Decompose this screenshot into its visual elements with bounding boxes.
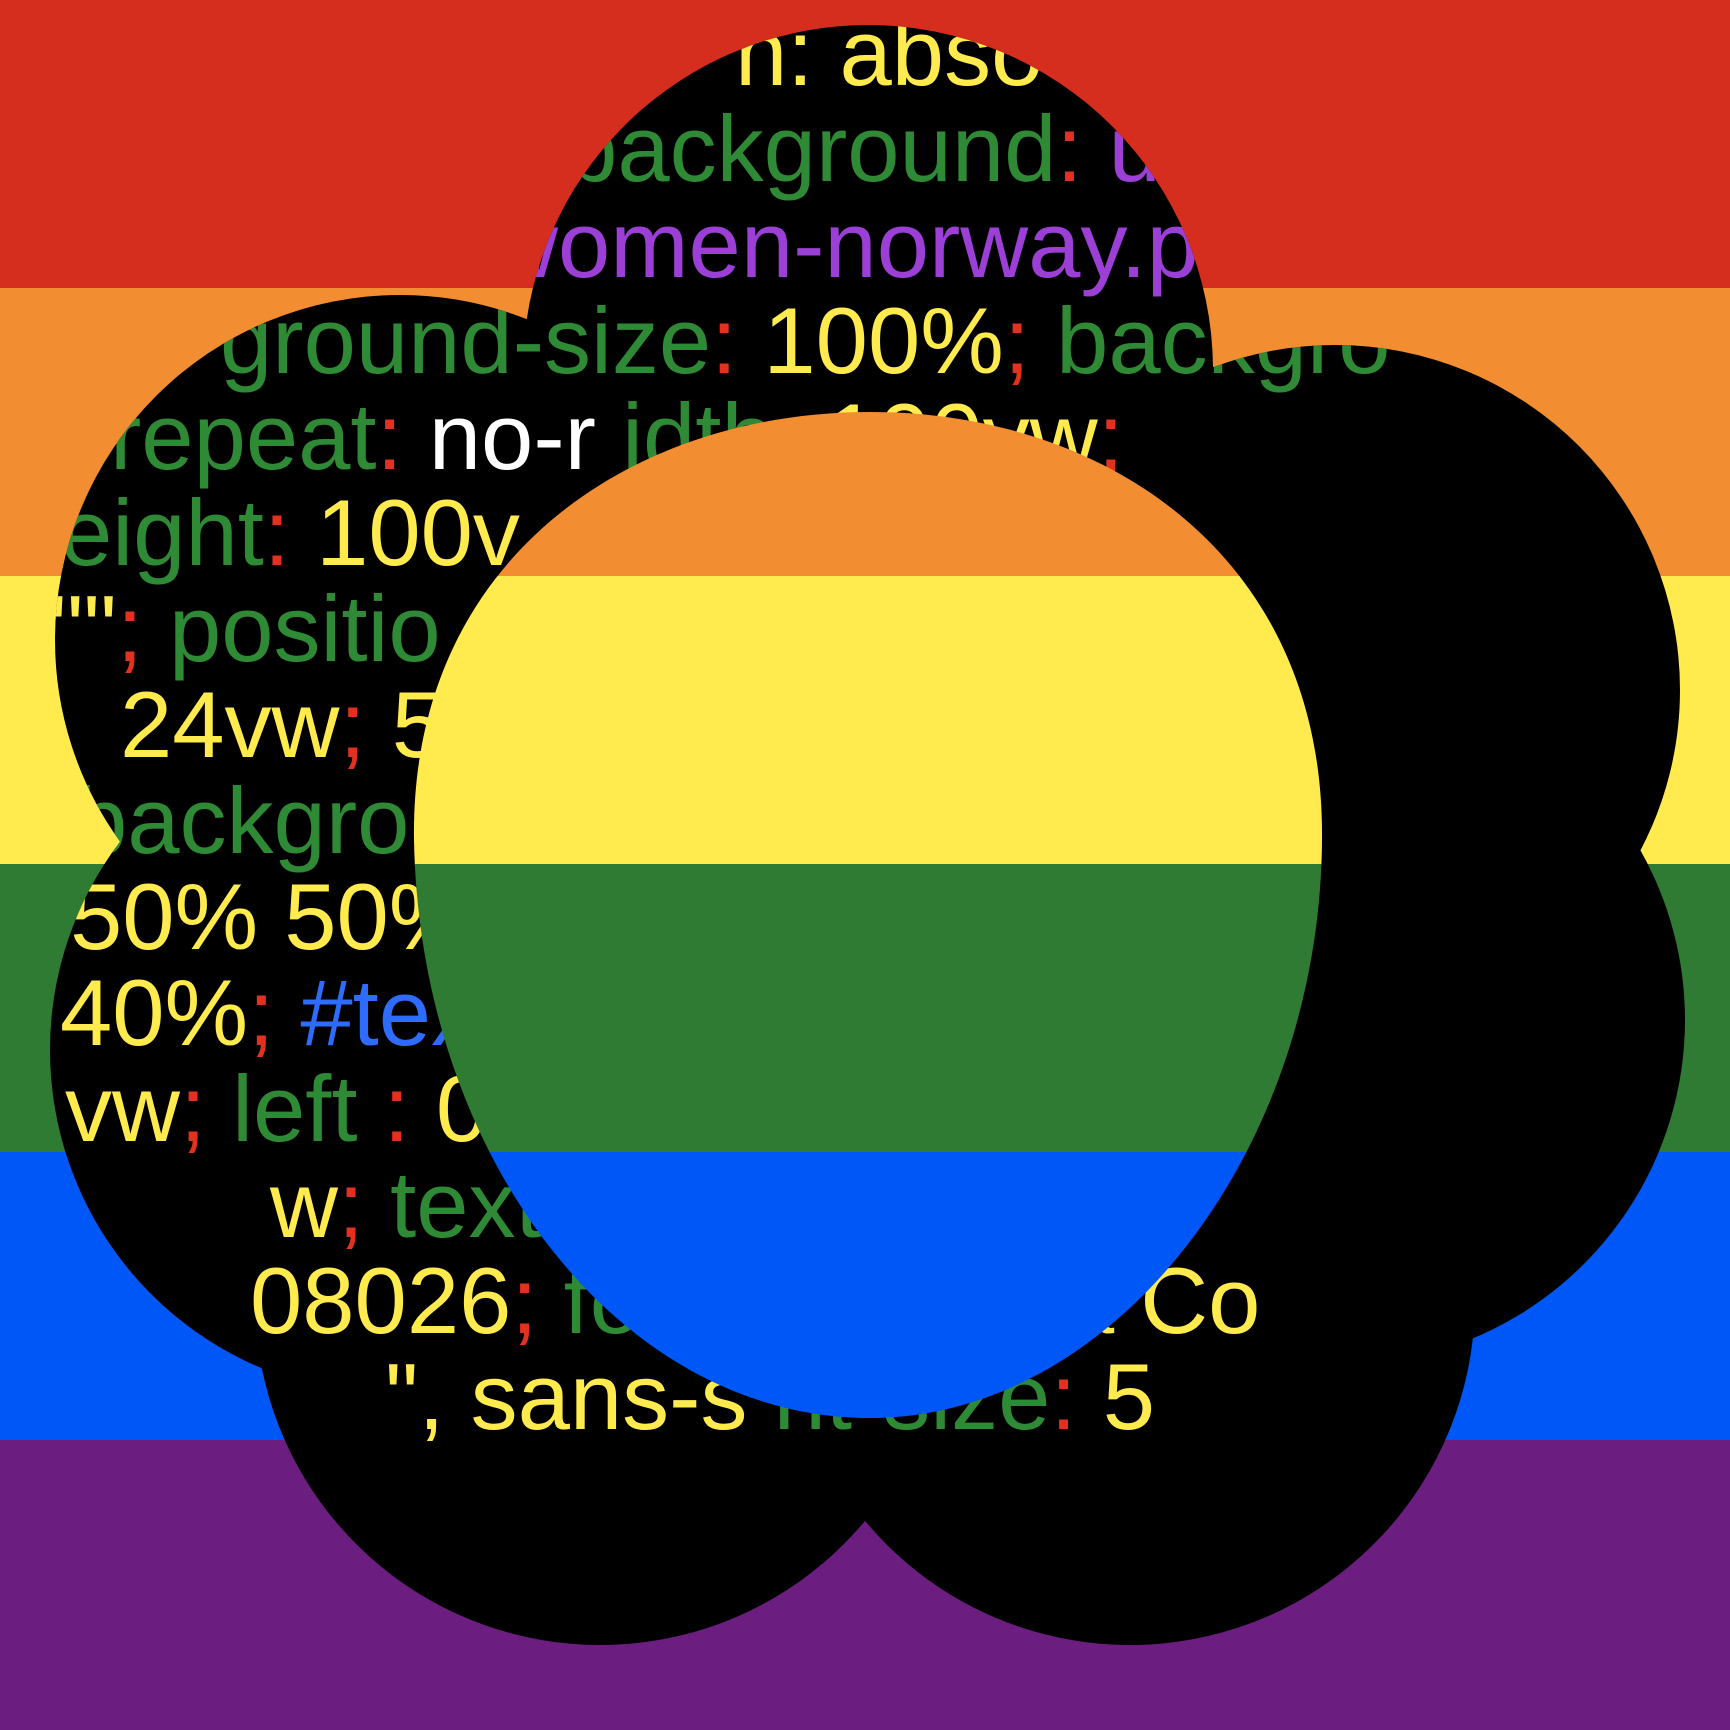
- code-token-value: w: [269, 1152, 339, 1257]
- code-token-plain: [596, 384, 622, 489]
- code-token-property: repeat: [110, 384, 377, 489]
- code-token-value: n: abso: [735, 0, 1043, 105]
- code-token-plain: [488, 1056, 514, 1161]
- code-token-plain: [520, 480, 546, 585]
- code-token-punct: ;: [629, 1056, 681, 1161]
- code-token-punct: :: [867, 1248, 919, 1353]
- code-token-value: w: [444, 96, 514, 201]
- code-token-property: top:: [760, 960, 917, 1065]
- code-token-property: idth: [622, 384, 774, 489]
- code-token-value: 08026: [250, 1248, 511, 1353]
- code-token-plain: [747, 1344, 773, 1449]
- code-token-property: backgro: [75, 768, 409, 873]
- code-token-property: font-: [564, 1248, 752, 1353]
- code-line: 50% 50% 0% 40%: [70, 864, 849, 969]
- code-token-selector: #tex: [300, 960, 478, 1065]
- code-token-punct: :: [377, 384, 429, 489]
- code-line: 40%; #tex olute; top:: [60, 960, 917, 1065]
- code-token-punct: ;: [1098, 384, 1124, 489]
- flower-shape: n: absow; background: url(..//tech-women…: [50, 0, 1685, 1645]
- code-line: eight: 100v e { conten: [60, 480, 964, 585]
- code-token-string: /tech-women-norway.png): [255, 192, 1335, 297]
- code-token-punct: ;: [338, 1152, 390, 1257]
- code-token-value: 100v: [316, 480, 520, 585]
- code-line: repeat: no-r idth: 100vw;: [110, 384, 1124, 489]
- code-token-property: ily: [778, 1248, 867, 1353]
- code-token-value: vw: [65, 1056, 181, 1161]
- code-token-value: 100vw: [826, 384, 1099, 489]
- code-token-plain: [441, 576, 467, 681]
- code-token-property: conten: [682, 480, 964, 585]
- code-token-punct: ;: [180, 1056, 232, 1161]
- code-token-punct: ;: [1335, 192, 1361, 297]
- code-token-plain: [478, 960, 504, 1065]
- code-token-value: 0% 40%: [499, 864, 849, 969]
- code-line: ", sans-s nt-size: 5: [385, 1344, 1155, 1449]
- code-token-plain: [472, 864, 498, 969]
- code-line: ground-size: 100%; backgro: [220, 288, 1390, 393]
- code-token-value: "Fira Co: [919, 1248, 1261, 1353]
- code-token-punct: ;: [511, 1248, 563, 1353]
- pride-flower-artwork: n: abso w; background: url(..//tech-women…: [0, 0, 1730, 1730]
- code-token-plain: [409, 768, 435, 873]
- code-line: vw; left : 0 vw; height: [65, 1056, 938, 1161]
- code-token-value: 58vw: [392, 672, 613, 777]
- code-token-property: text-ali: [390, 1152, 667, 1257]
- code-token-punct: :: [774, 384, 826, 489]
- code-token-punct: :: [1056, 96, 1108, 201]
- code-token-property: eight: [60, 480, 264, 585]
- code-token-punct: ;: [693, 1152, 745, 1257]
- code-token-punct: ;: [1004, 288, 1056, 393]
- code-line: ""; positio 4vw; left:: [50, 576, 838, 681]
- code-token-punct: :: [384, 1056, 436, 1161]
- code-token-property: backgro: [1056, 288, 1390, 393]
- code-token-property: left: [232, 1056, 384, 1161]
- code-token-punct: e {: [546, 480, 682, 585]
- code-token-plain: no-r: [429, 384, 596, 489]
- code-token-value: 100%: [763, 288, 1003, 393]
- code-token-punct: ;: [634, 576, 686, 681]
- code-token-value: "": [50, 576, 117, 681]
- code-token-plain: [667, 1152, 693, 1257]
- code-token-value: 4vw: [467, 576, 635, 681]
- code-token-punct: ;: [248, 960, 300, 1065]
- code-line: n: abso: [735, 0, 1043, 105]
- code-token-punct: :: [264, 480, 316, 585]
- code-token-property: nt-size: [774, 1344, 1051, 1449]
- code-token-value: 50% 50%: [70, 864, 472, 969]
- code-token-property: ground-size: [220, 288, 711, 393]
- code-line: backgro r-radius: [75, 768, 754, 873]
- code-token-plain: [752, 1248, 778, 1353]
- code-token-property: positio: [169, 576, 441, 681]
- code-token-punct: :: [1050, 1344, 1102, 1449]
- code-token-property: height: [681, 1056, 937, 1161]
- code-token-punct: ;: [708, 960, 760, 1065]
- code-token-property: background: [565, 96, 1056, 201]
- code-token-punct: :: [711, 288, 763, 393]
- code-token-value: 40%: [60, 960, 248, 1065]
- code-token-punct: ;: [117, 576, 169, 681]
- code-line: 24vw; 58vw;: [120, 672, 637, 777]
- code-token-value: ", sans-s: [385, 1344, 747, 1449]
- code-token-value: 5: [1103, 1344, 1155, 1449]
- code-token-punct: ;: [339, 672, 365, 777]
- code-token-property: backgr: [745, 1152, 1027, 1257]
- code-token-value: vw: [514, 1056, 630, 1161]
- code-line: /tech-women-norway.png);: [255, 192, 1361, 297]
- code-token-value: 0: [436, 1056, 488, 1161]
- code-token-punct: ;: [611, 672, 637, 777]
- code-token-property: r-radius: [436, 768, 755, 873]
- code-token-string: url(../: [1109, 96, 1324, 201]
- code-token-value: 24vw: [120, 672, 341, 777]
- code-token-value: olute: [504, 960, 708, 1065]
- code-token-property: left:: [686, 576, 838, 681]
- code-token-punct: ;: [513, 96, 565, 201]
- code-line: 08026; font- ily: "Fira Co: [250, 1248, 1260, 1353]
- code-token-plain: [366, 672, 392, 777]
- code-line: w; background: url(../: [444, 96, 1324, 201]
- code-line: w; text-ali ; backgr: [269, 1152, 1027, 1257]
